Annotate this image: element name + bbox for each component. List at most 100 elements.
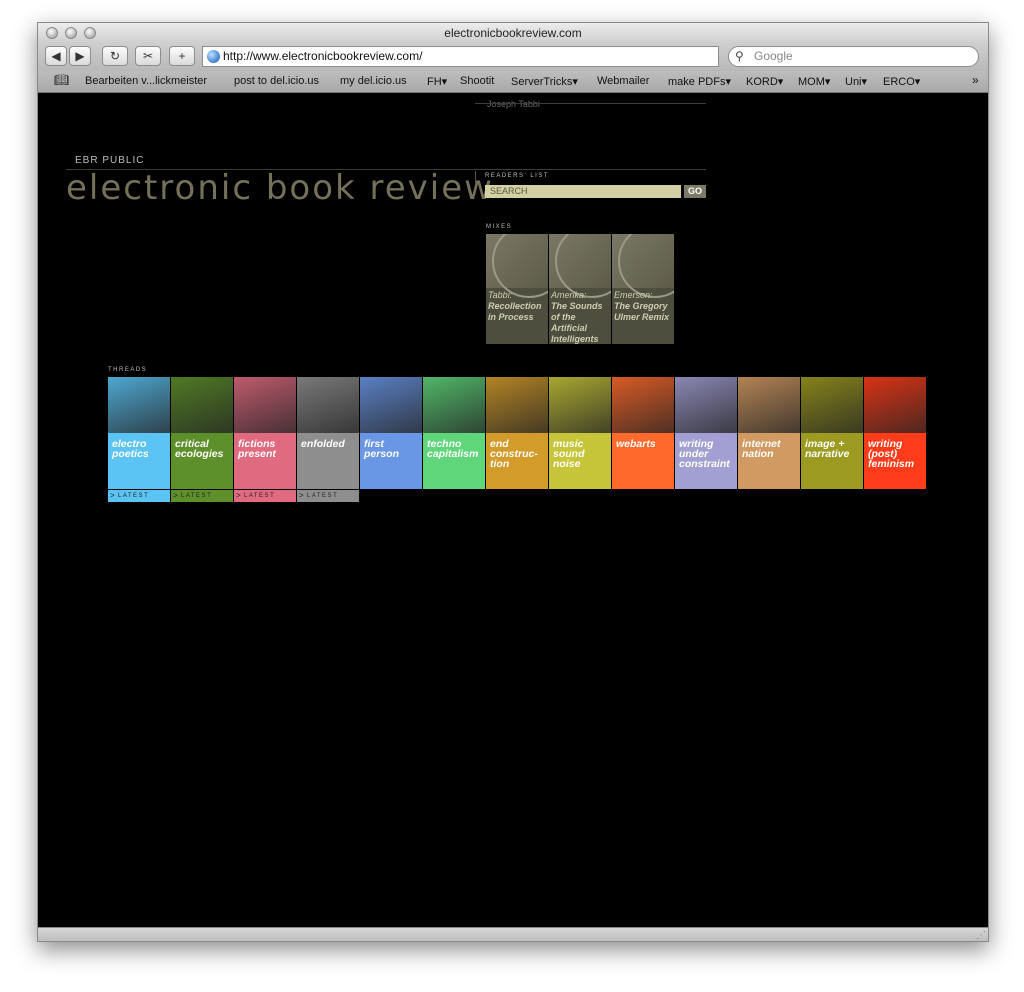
latest-link[interactable]: LATEST	[297, 490, 359, 502]
bookmark-item[interactable]: FH▾	[427, 75, 447, 88]
mix-image	[549, 234, 611, 298]
thread-image[interactable]	[108, 377, 170, 433]
reload-button[interactable]: ↻	[102, 46, 128, 66]
mix-author: Amerika:	[551, 290, 587, 300]
thread-tile[interactable]: writing under constraint	[675, 377, 737, 489]
thread-image[interactable]	[675, 377, 737, 433]
latest-link[interactable]: LATEST	[234, 490, 296, 502]
thread-label[interactable]: writing under constraint	[675, 433, 737, 489]
mix-tile[interactable]: Tabbi: Recollection in Process	[486, 234, 548, 344]
bookmark-item[interactable]: make PDFs▾	[668, 75, 731, 88]
thread-label[interactable]: internet nation	[738, 433, 800, 489]
thread-tile[interactable]: webarts	[612, 377, 674, 489]
thread-tile[interactable]: music sound noise	[549, 377, 611, 489]
mix-tile[interactable]: Emerson: The Gregory Ulmer Remix	[612, 234, 674, 344]
mix-title: The Sounds of the Artificial Intelligent…	[551, 301, 603, 344]
thread-label[interactable]: webarts	[612, 433, 674, 489]
divider	[475, 171, 476, 183]
mix-author: Tabbi:	[488, 290, 513, 300]
thread-image[interactable]	[486, 377, 548, 433]
mix-caption: Amerika: The Sounds of the Artificial In…	[551, 290, 611, 344]
mix-caption: Tabbi: Recollection in Process	[488, 290, 548, 323]
thread-tile[interactable]: techno capitalism	[423, 377, 485, 489]
thread-image[interactable]	[234, 377, 296, 433]
search-icon: ⚲	[735, 49, 744, 63]
thread-label[interactable]: enfolded	[297, 433, 359, 489]
thread-image[interactable]	[801, 377, 863, 433]
bookmark-item[interactable]: ServerTricks▾	[511, 75, 578, 88]
thread-tile[interactable]: end construc-tion	[486, 377, 548, 489]
thread-label[interactable]: image + narrative	[801, 433, 863, 489]
title-bar: electronicbookreview.com	[38, 23, 988, 43]
bookmark-item[interactable]: Shootit	[460, 75, 494, 87]
thread-label[interactable]: writing (post) feminism	[864, 433, 926, 489]
site-logo[interactable]: electronic book review	[66, 168, 494, 208]
mix-caption: Emerson: The Gregory Ulmer Remix	[614, 290, 674, 323]
thread-image[interactable]	[360, 377, 422, 433]
bookmark-item[interactable]: KORD▾	[746, 75, 783, 88]
thread-image[interactable]	[171, 377, 233, 433]
forward-button[interactable]: ▶	[69, 46, 91, 66]
mix-author: Emerson:	[614, 290, 653, 300]
thread-label[interactable]: first person	[360, 433, 422, 489]
search-placeholder: Google	[754, 49, 793, 63]
bookmark-item[interactable]: Bearbeiten v...lickmeister	[85, 75, 207, 87]
page-content: Joseph Tabbi EBR PUBLIC electronic book …	[38, 93, 988, 927]
mix-tile[interactable]: Amerika: The Sounds of the Artificial In…	[549, 234, 611, 344]
go-button[interactable]: GO	[684, 185, 706, 198]
threads-label: THREADS	[108, 367, 148, 373]
browser-window: electronicbookreview.com ◀ ▶ ↻ ✂ + http:…	[37, 22, 989, 942]
latest-link[interactable]: LATEST	[171, 490, 233, 502]
thread-tile[interactable]: image + narrative	[801, 377, 863, 489]
thread-tile[interactable]: fictions present	[234, 377, 296, 489]
bookmark-item[interactable]: post to del.icio.us	[234, 75, 319, 87]
resize-grip-icon[interactable]: ⋰	[976, 930, 986, 941]
bookmarks-overflow-icon[interactable]: »	[972, 73, 979, 87]
divider	[475, 103, 706, 104]
back-button[interactable]: ◀	[45, 46, 67, 66]
mix-image	[486, 234, 548, 298]
snapback-button[interactable]: ✂	[135, 46, 161, 66]
address-bar[interactable]: http://www.electronicbookreview.com/	[202, 46, 719, 67]
thread-label[interactable]: electro poetics	[108, 433, 170, 489]
thread-image[interactable]	[612, 377, 674, 433]
thread-tile[interactable]: electro poetics	[108, 377, 170, 489]
thread-label[interactable]: techno capitalism	[423, 433, 485, 489]
bookmark-item[interactable]: ERCO▾	[883, 75, 920, 88]
thread-label[interactable]: fictions present	[234, 433, 296, 489]
book-icon[interactable]: 📖︎	[54, 73, 69, 87]
thread-label[interactable]: critical ecologies	[171, 433, 233, 489]
thread-image[interactable]	[864, 377, 926, 433]
author-name[interactable]: Joseph Tabbi	[487, 99, 540, 109]
bookmark-item[interactable]: Uni▾	[845, 75, 867, 88]
thread-label[interactable]: end construc-tion	[486, 433, 548, 489]
thread-tile[interactable]: enfolded	[297, 377, 359, 489]
thread-tile[interactable]: writing (post) feminism	[864, 377, 926, 489]
status-bar: ⋰	[38, 927, 988, 941]
bookmark-item[interactable]: MOM▾	[798, 75, 830, 88]
bookmark-item[interactable]: my del.icio.us	[340, 75, 407, 87]
bookmarks-bar: 📖︎ Bearbeiten v...lickmeister post to de…	[38, 71, 988, 93]
thread-image[interactable]	[423, 377, 485, 433]
toolbar: ◀ ▶ ↻ ✂ + http://www.electronicbookrevie…	[38, 43, 988, 71]
add-bookmark-button[interactable]: +	[169, 46, 195, 66]
latest-link[interactable]: LATEST	[108, 490, 170, 502]
mix-title: Recollection in Process	[488, 301, 542, 322]
thread-image[interactable]	[549, 377, 611, 433]
thread-tile[interactable]: critical ecologies	[171, 377, 233, 489]
bookmark-item[interactable]: Webmailer	[597, 75, 649, 87]
thread-tile[interactable]: first person	[360, 377, 422, 489]
mixes-label: MIXES	[486, 224, 513, 230]
section-label[interactable]: EBR PUBLIC	[75, 155, 144, 166]
thread-image[interactable]	[738, 377, 800, 433]
thread-image[interactable]	[297, 377, 359, 433]
mix-image	[612, 234, 674, 298]
search-field[interactable]: ⚲ Google	[728, 46, 979, 67]
thread-tile[interactable]: internet nation	[738, 377, 800, 489]
mix-title: The Gregory Ulmer Remix	[614, 301, 670, 322]
address-text: http://www.electronicbookreview.com/	[223, 49, 423, 63]
site-search-input[interactable]: SEARCH	[485, 185, 681, 198]
window-title: electronicbookreview.com	[444, 26, 582, 40]
globe-icon	[207, 50, 220, 63]
thread-label[interactable]: music sound noise	[549, 433, 611, 489]
